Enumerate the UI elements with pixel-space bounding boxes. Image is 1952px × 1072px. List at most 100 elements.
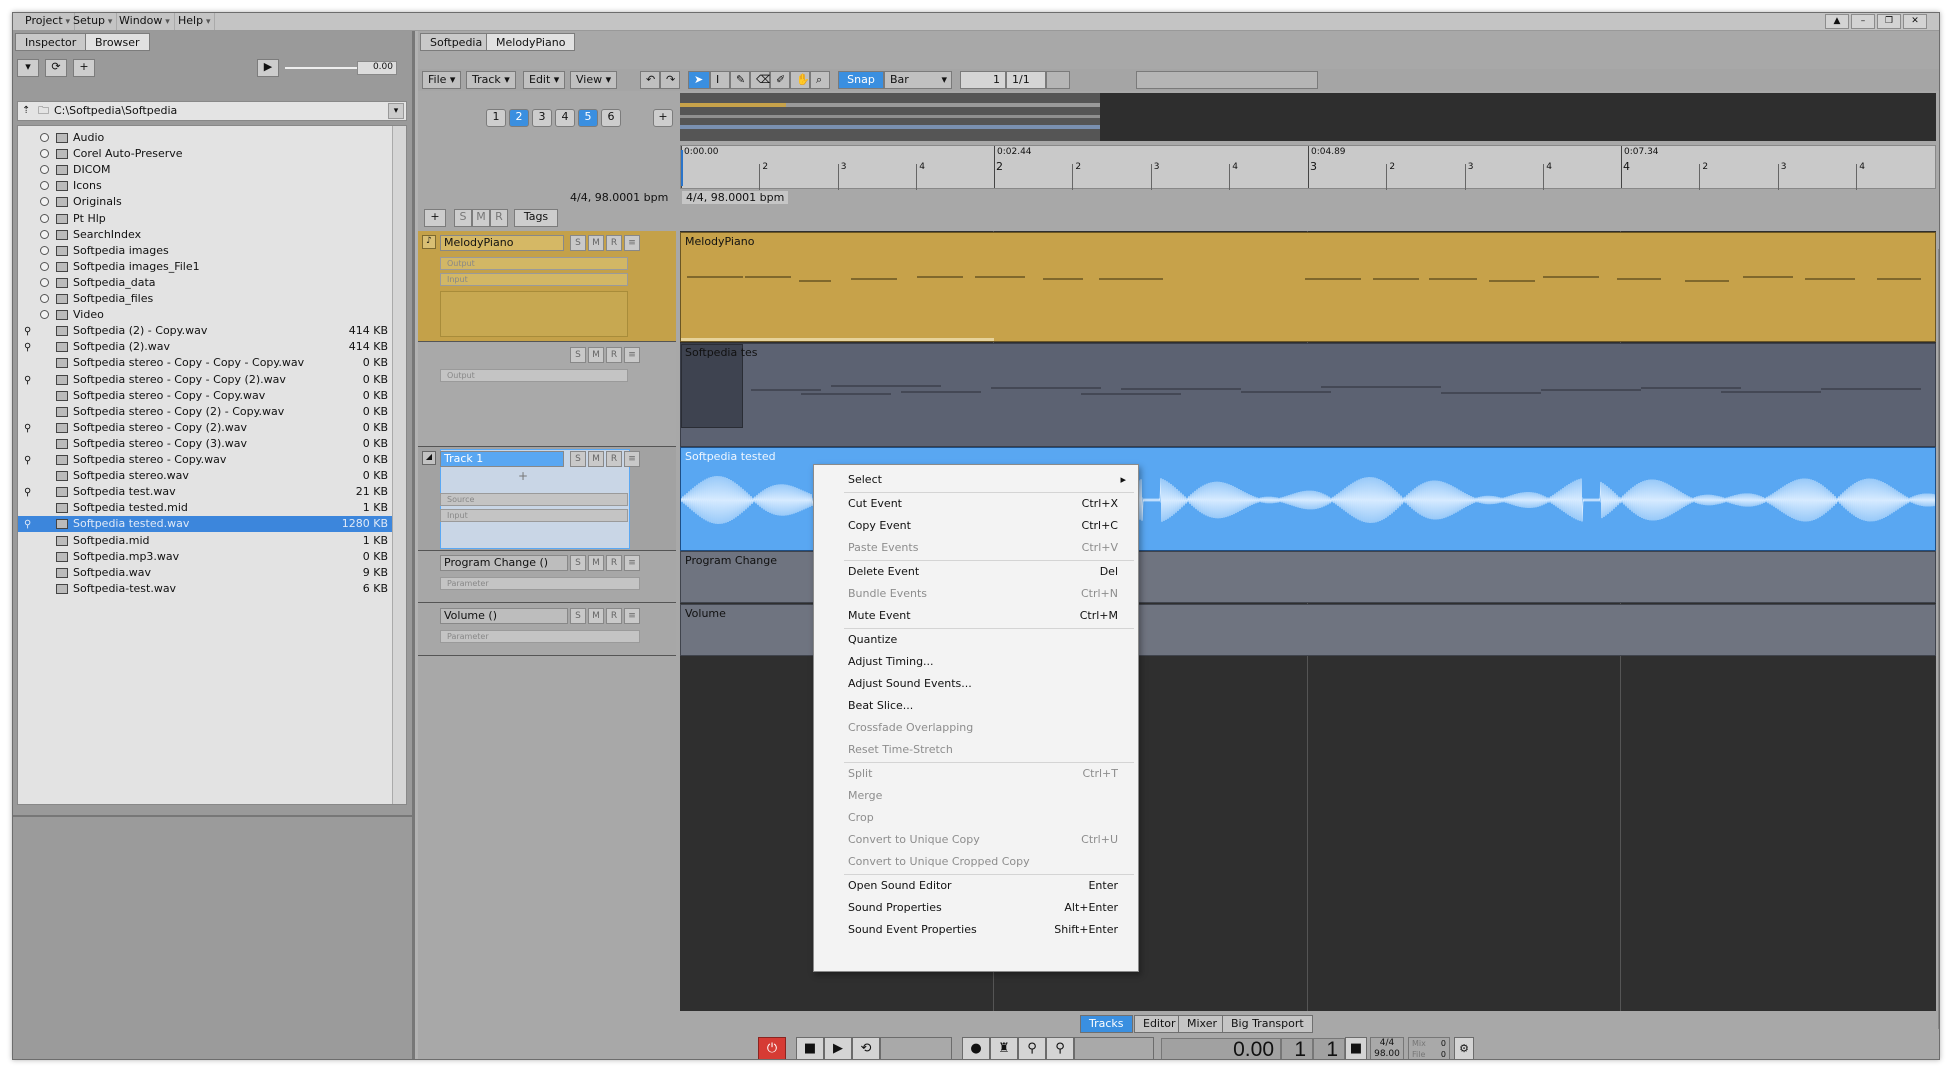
folder-item[interactable]: Audio	[18, 130, 392, 146]
view-menu-button[interactable]: View ▾	[570, 71, 618, 89]
fraction-field[interactable]: 1/1	[1006, 71, 1046, 89]
expand-icon[interactable]	[40, 294, 49, 303]
expand-icon[interactable]	[40, 165, 49, 175]
restore-button[interactable]: ❐	[1877, 14, 1901, 29]
layer-button-3[interactable]: 3	[532, 109, 552, 127]
eraser-tool-icon[interactable]: ⌫	[750, 71, 772, 89]
tab-mixer[interactable]: Mixer	[1178, 1015, 1227, 1033]
pin-icon[interactable]: ⚲	[24, 421, 31, 437]
menu-item-sound-properties[interactable]: Sound Properties Alt+Enter	[814, 897, 1138, 919]
marker-icon[interactable]: ⚲	[1018, 1037, 1046, 1059]
mute-button[interactable]: M	[588, 555, 604, 571]
folder-item[interactable]: Pt Hlp	[18, 211, 392, 227]
file-item[interactable]: Softpedia stereo - Copy (3).wav 0 KB	[18, 436, 392, 452]
range-tool-icon[interactable]: I	[710, 71, 730, 89]
menu-icon[interactable]: ≡	[624, 347, 640, 363]
menu-item-quantize[interactable]: Quantize	[814, 629, 1138, 651]
record-button[interactable]: R	[606, 347, 622, 363]
solo-button[interactable]: S	[570, 555, 586, 571]
instrument-icon[interactable]: ♪	[422, 235, 436, 249]
track-menu-button[interactable]: Track ▾	[466, 71, 516, 89]
solo-button[interactable]: S	[570, 608, 586, 624]
position-field[interactable]: 1	[960, 71, 1006, 89]
preview-play-button[interactable]: ▶	[257, 59, 279, 77]
file-item[interactable]: ⚲ Softpedia stereo - Copy - Copy (2).wav 0…	[18, 372, 392, 388]
audio-icon[interactable]: ◢	[422, 451, 436, 465]
tab-tracks[interactable]: Tracks	[1080, 1015, 1133, 1033]
arrange-vertical-scrollbar[interactable]: ▲ ▼	[1938, 249, 1939, 1029]
mute-button[interactable]: M	[588, 347, 604, 363]
mute-button[interactable]: M	[588, 451, 604, 467]
menu-icon[interactable]: ≡	[624, 608, 640, 624]
expand-icon[interactable]	[40, 133, 49, 142]
folder-item[interactable]: Corel Auto-Preserve	[18, 146, 392, 162]
layer-button-6[interactable]: 6	[601, 109, 621, 127]
output-select[interactable]: Output	[440, 369, 628, 382]
menu-icon[interactable]: ≡	[624, 555, 640, 571]
undo-icon[interactable]: ↶	[640, 71, 660, 89]
file-item[interactable]: ⚲ Softpedia (2) - Copy.wav 414 KB	[18, 323, 392, 339]
track-header-volume[interactable]: Volume () S M R ≡ Parameter	[418, 604, 676, 656]
tempo-marker[interactable]: 4/4, 98.0001 bpm	[682, 191, 789, 204]
expand-icon[interactable]	[40, 277, 49, 287]
file-item[interactable]: ⚲ Softpedia stereo - Copy.wav 0 KB	[18, 452, 392, 468]
folder-item[interactable]: Icons	[18, 178, 392, 194]
event-melodypiano[interactable]: MelodyPiano	[680, 232, 1936, 342]
dropdown-icon[interactable]: ▾	[17, 59, 39, 77]
tags-button[interactable]: Tags	[514, 209, 558, 227]
layer-button-2[interactable]: 2	[509, 109, 529, 127]
redo-icon[interactable]: ↷	[660, 71, 680, 89]
add-track-icon[interactable]: +	[424, 209, 446, 227]
source-select[interactable]: Source	[440, 493, 628, 506]
menu-help[interactable]: Help	[174, 13, 216, 30]
folder-item[interactable]: Softpedia images	[18, 243, 392, 259]
menu-item-beat-slice[interactable]: Beat Slice...	[814, 695, 1138, 717]
collapse-icon[interactable]: ▲	[1825, 14, 1849, 29]
parameter-select[interactable]: Parameter	[440, 630, 640, 643]
parameter-select[interactable]: Parameter	[440, 577, 640, 590]
pin-icon[interactable]: ⚲	[24, 485, 31, 501]
add-layer-icon[interactable]: +	[653, 109, 673, 127]
settings-icon[interactable]: ⚙	[1454, 1037, 1474, 1059]
file-item[interactable]: ⚲ Softpedia stereo - Copy (2).wav 0 KB	[18, 420, 392, 436]
output-select[interactable]: Output	[440, 257, 628, 270]
preview-volume-value[interactable]: 0.00	[357, 61, 397, 75]
menu-item-sound-event-properties[interactable]: Sound Event Properties Shift+Enter	[814, 919, 1138, 941]
expand-icon[interactable]	[40, 229, 49, 239]
record-button[interactable]: R	[606, 451, 622, 467]
menu-icon[interactable]: ≡	[624, 235, 640, 251]
file-item[interactable]: Softpedia.wav 9 KB	[18, 565, 392, 581]
track-name[interactable]: MelodyPiano	[440, 235, 564, 251]
stop-button[interactable]: ■	[796, 1037, 824, 1059]
folder-item[interactable]: Softpedia_data	[18, 275, 392, 291]
split-tool-icon[interactable]: ✎	[730, 71, 750, 89]
menu-item-mute-event[interactable]: Mute Event Ctrl+M	[814, 605, 1138, 627]
file-item[interactable]: Softpedia.mid 1 KB	[18, 533, 392, 549]
expand-icon[interactable]	[40, 310, 49, 320]
expand-icon[interactable]	[40, 261, 49, 271]
tab-big-transport[interactable]: Big Transport	[1222, 1015, 1313, 1033]
timeline-ruler[interactable]: 0:00.00 2 3 4 0:02.44 2 3 4 0:04.89 2 3 4 0:07.34 2 3 4…	[680, 145, 1936, 190]
file-item[interactable]: Softpedia.mp3.wav 0 KB	[18, 549, 392, 565]
file-tree-scrollbar[interactable]	[392, 126, 406, 804]
preview-volume-slider[interactable]	[285, 67, 363, 69]
menu-item-copy-event[interactable]: Copy Event Ctrl+C	[814, 515, 1138, 537]
stop-square-icon[interactable]: ■	[1345, 1037, 1367, 1059]
file-item[interactable]: Softpedia stereo - Copy - Copy - Copy.wa…	[18, 355, 392, 371]
menu-item-adjust-sound-events[interactable]: Adjust Sound Events...	[814, 673, 1138, 695]
event-softpedia-tes[interactable]: Softpedia tes	[680, 343, 1936, 447]
menu-window[interactable]: Window	[115, 13, 175, 30]
playhead[interactable]	[681, 150, 683, 186]
arrow-tool-icon[interactable]: ➤	[688, 71, 710, 89]
grid-select[interactable]: Bar ▾	[884, 71, 952, 89]
signature-tempo[interactable]: 4/4 98.00	[1370, 1037, 1404, 1059]
solo-button[interactable]: S	[570, 347, 586, 363]
pin-icon[interactable]: ⚲	[24, 453, 31, 469]
file-item[interactable]: Softpedia tested.mid 1 KB	[18, 500, 392, 516]
input-select[interactable]: Input	[440, 273, 628, 286]
mute-button[interactable]: M	[588, 235, 604, 251]
tab-browser[interactable]: Browser	[85, 33, 150, 51]
menu-project[interactable]: Project	[21, 13, 76, 30]
power-icon[interactable]: ⏻	[758, 1037, 786, 1059]
input-select[interactable]: Input	[440, 509, 628, 522]
